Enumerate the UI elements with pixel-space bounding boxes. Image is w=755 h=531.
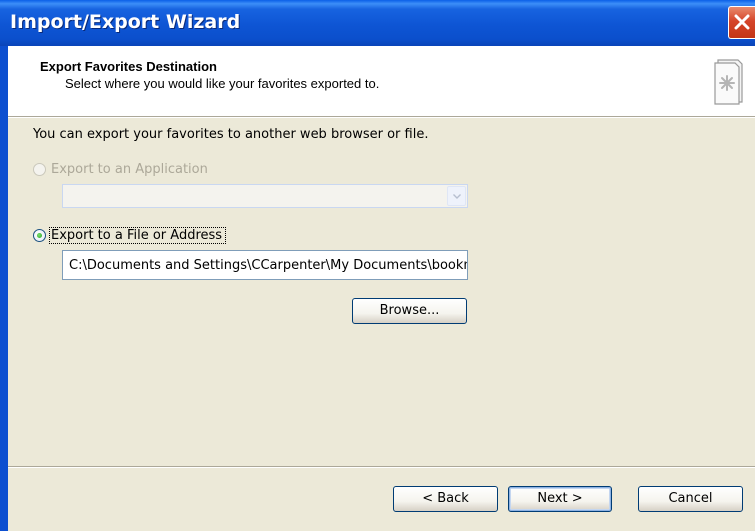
close-icon <box>734 14 750 30</box>
page-title: Export Favorites Destination <box>40 59 217 74</box>
cancel-button[interactable]: Cancel <box>638 486 743 512</box>
chevron-down-icon <box>453 194 461 199</box>
wizard-header: Export Favorites Destination Select wher… <box>8 46 755 116</box>
browse-button[interactable]: Browse... <box>352 298 467 324</box>
header-separator-highlight <box>8 117 755 118</box>
intro-text: You can export your favorites to another… <box>33 127 429 142</box>
application-dropdown[interactable] <box>62 184 468 208</box>
footer-separator-highlight <box>8 467 755 468</box>
title-bar[interactable]: Import/Export Wizard <box>0 0 755 46</box>
import-export-wizard-window: Import/Export Wizard Export Favorites De… <box>0 0 755 531</box>
file-path-field[interactable] <box>62 250 468 280</box>
export-application-label: Export to an Application <box>51 162 208 177</box>
export-file-label[interactable]: Export to a File or Address <box>51 228 222 243</box>
window-title: Import/Export Wizard <box>10 11 241 33</box>
window-left-border <box>0 46 8 531</box>
export-application-radio[interactable] <box>33 163 46 176</box>
back-button[interactable]: < Back <box>393 486 498 512</box>
file-path-input[interactable] <box>63 251 467 279</box>
page-subtitle: Select where you would like your favorit… <box>65 76 380 91</box>
export-file-radio[interactable] <box>33 229 46 242</box>
dropdown-arrow-button[interactable] <box>447 186 466 206</box>
next-button[interactable]: Next > <box>508 486 612 512</box>
favorites-page-icon <box>714 59 743 105</box>
close-button[interactable] <box>728 6 755 39</box>
